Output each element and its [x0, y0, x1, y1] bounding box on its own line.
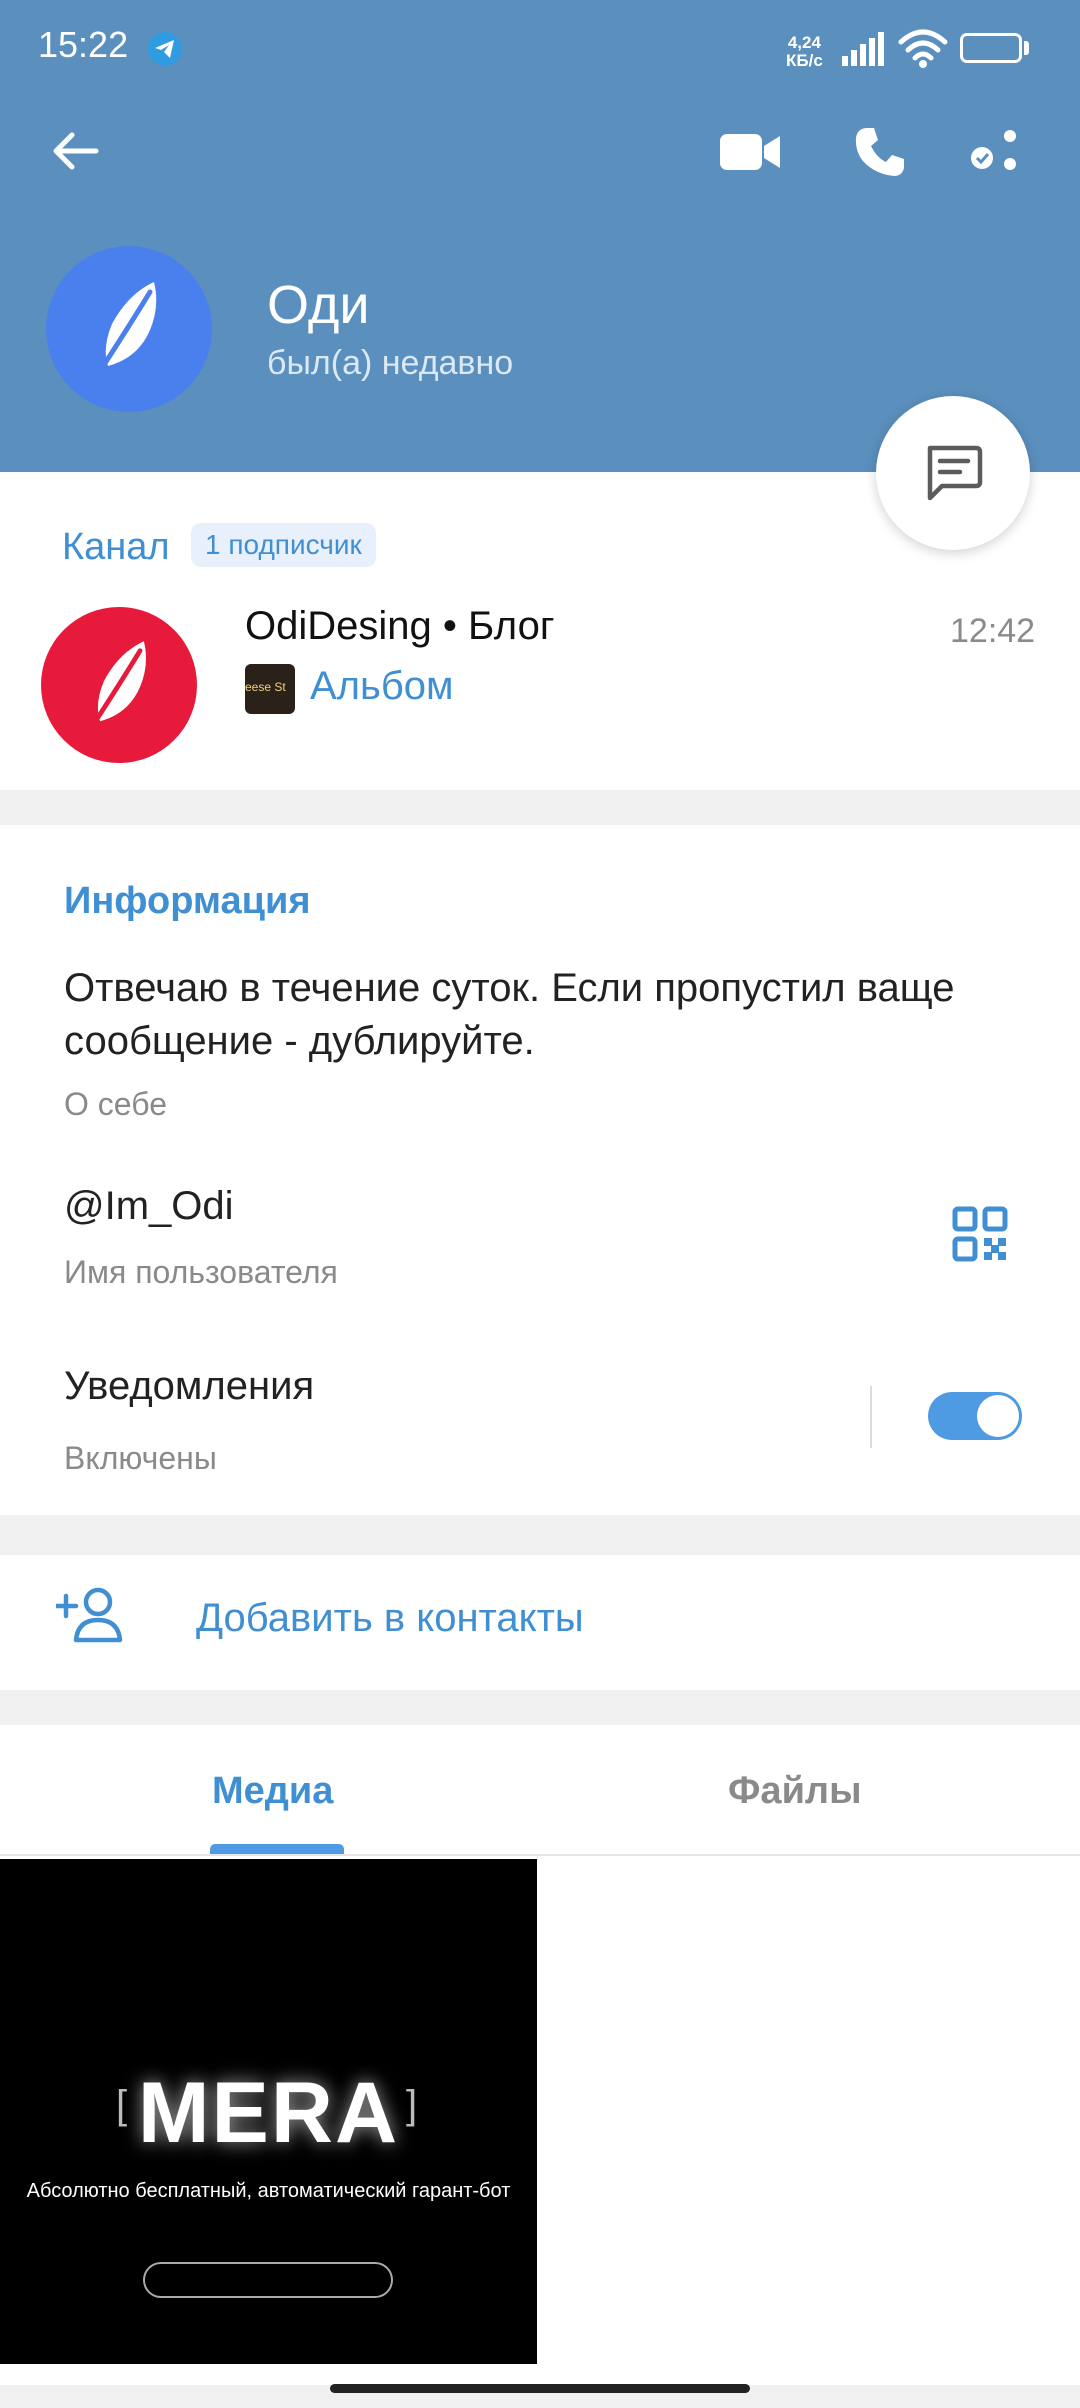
media-item-subtitle: Абсолютно бесплатный, автоматический гар…	[26, 2180, 511, 2202]
notifications-caption: Включены	[64, 1440, 217, 1476]
username-text[interactable]: @Im_Odi	[64, 1184, 234, 1229]
status-time: 15:22	[38, 24, 129, 65]
username-caption: Имя пользователя	[64, 1254, 338, 1290]
album-label[interactable]: Альбом	[310, 664, 454, 709]
add-contact-label[interactable]: Добавить в контакты	[196, 1596, 584, 1641]
call-button[interactable]	[852, 124, 908, 185]
more-options-button[interactable]	[970, 128, 1020, 183]
video-camera-icon	[720, 134, 780, 170]
album-thumbnail: eese St	[245, 664, 295, 714]
leaf-logo-icon	[88, 641, 146, 732]
bio-caption: О себе	[64, 1086, 167, 1122]
toggle-knob	[977, 1395, 1019, 1437]
info-section-title: Информация	[64, 880, 311, 922]
chat-message-icon	[927, 445, 983, 501]
network-speed: 4,24 КБ/с	[786, 34, 823, 70]
qr-code-button[interactable]	[952, 1206, 1008, 1267]
tab-media[interactable]: Медиа	[212, 1770, 333, 1813]
notifications-title[interactable]: Уведомления	[64, 1364, 314, 1409]
avatar[interactable]	[46, 246, 212, 412]
divider	[870, 1386, 872, 1448]
battery-level: 79	[978, 37, 1000, 58]
channel-time: 12:42	[950, 612, 1036, 650]
profile-name: Оди	[267, 275, 370, 335]
album-thumbnail-text: eese St	[245, 680, 286, 694]
qr-code-icon	[952, 1206, 1008, 1262]
battery-tip	[1024, 41, 1029, 55]
bio-text[interactable]: Отвечаю в течение суток. Если пропустил …	[64, 962, 1024, 1068]
battery-icon: 79	[960, 33, 1022, 63]
network-speed-value: 4,24	[787, 33, 821, 52]
message-button[interactable]	[876, 396, 1030, 550]
active-tab-indicator	[210, 1844, 344, 1854]
media-item-button-outline	[143, 2262, 393, 2298]
tab-files[interactable]: Файлы	[728, 1770, 862, 1813]
video-call-button[interactable]	[720, 130, 782, 179]
subscribers-badge: 1 подписчик	[191, 523, 376, 567]
arrow-left-icon	[53, 132, 99, 170]
info-card	[0, 825, 1080, 1515]
wifi-icon	[898, 29, 948, 68]
notifications-toggle[interactable]	[928, 1392, 1022, 1440]
add-contact-button[interactable]	[53, 1586, 126, 1649]
add-person-icon	[53, 1587, 123, 1643]
tabs-divider	[0, 1854, 1080, 1856]
status-bar: 15:22 4,24 КБ/с 79	[0, 0, 1080, 100]
channel-section-label: Канал	[62, 526, 170, 568]
leaf-logo-icon	[95, 282, 157, 377]
signal-icon	[842, 32, 884, 66]
profile-status: был(а) недавно	[267, 344, 514, 382]
channel-avatar[interactable]	[41, 607, 197, 763]
back-button[interactable]	[50, 126, 100, 181]
more-options-icon	[971, 130, 1016, 170]
media-item-title: MERA	[137, 2065, 400, 2161]
telegram-icon	[148, 32, 182, 66]
home-indicator[interactable]	[330, 2384, 750, 2393]
network-speed-unit: КБ/с	[786, 51, 823, 70]
channel-title[interactable]: OdiDesing • Блог	[245, 604, 554, 649]
phone-icon	[855, 128, 904, 176]
